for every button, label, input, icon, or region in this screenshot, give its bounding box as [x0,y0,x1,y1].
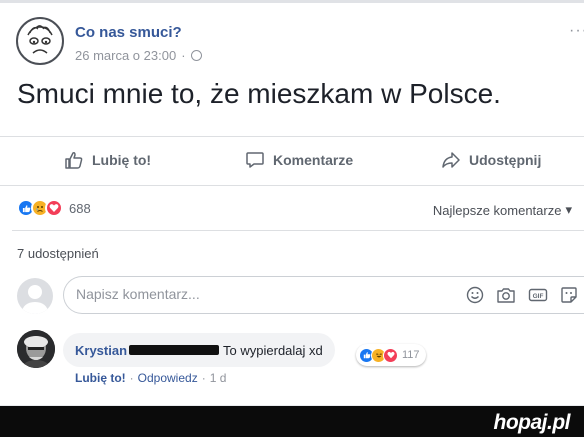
site-footer: hopaj.pl [0,406,584,437]
comment-reaction-count: 117 [402,349,420,361]
post-date[interactable]: 26 marca o 23:00 [75,48,176,63]
chevron-down-icon: ▾ [565,202,572,217]
comment-label: Komentarze [273,152,354,168]
comment-actions: Lubię to! · Odpowiedz · 1 d [75,371,226,385]
like-button[interactable]: Lubię to! [64,150,151,170]
current-user-avatar [17,278,53,314]
thumbs-up-icon [65,152,83,169]
love-reaction-icon [383,347,398,363]
comment-time[interactable]: 1 d [210,371,227,385]
comment-input-icons: GIF [466,286,578,304]
share-button[interactable]: Udostępnij [441,150,541,170]
divider [0,185,584,186]
commenter-photo [17,330,55,368]
more-options-icon[interactable]: ··· [569,22,584,40]
globe-icon [190,50,202,61]
dot-separator: · [129,371,134,385]
share-arrow-icon [442,152,460,168]
comment-reactions[interactable]: 117 [356,344,426,366]
comment-icon [246,152,264,168]
divider [12,230,584,231]
meta-separator: · [181,48,186,63]
post-card: Co nas smuci? 26 marca o 23:00 · ··· Smu… [0,0,584,405]
reactions-summary[interactable]: 688 [17,199,91,217]
share-label: Udostępnij [469,152,542,168]
divider [0,136,584,137]
comment-input[interactable] [76,286,376,302]
commenter-avatar[interactable] [17,330,55,368]
gif-label: GIF [533,293,544,300]
comment-author[interactable]: Krystian [75,343,127,358]
like-label: Lubię to! [92,152,152,168]
love-reaction-icon [45,199,63,217]
page-avatar[interactable] [16,17,64,65]
emoji-icon[interactable] [466,286,484,304]
comment-input-box[interactable]: GIF [63,276,584,314]
sad-face-avatar-icon [27,25,53,54]
censor-bar [129,345,220,355]
share-count[interactable]: 7 udostępnień [17,246,99,261]
dot-separator: · [201,371,206,385]
gif-icon[interactable]: GIF [528,286,548,304]
sort-label: Najlepsze komentarze [432,202,562,218]
comment-text: To wypierdalaj xd [223,342,323,358]
comment-reply-link[interactable]: Odpowiedz [138,371,198,385]
post-actions: Lubię to! Komentarze Udostępnij [0,140,584,180]
site-brand[interactable]: hopaj.pl [494,411,571,435]
post-text: Smuci mnie to, że mieszkam w Polsce. [17,78,501,109]
comment-button[interactable]: Komentarze [245,150,353,170]
user-silhouette-icon [21,285,49,314]
top-divider [0,0,584,3]
post-meta: 26 marca o 23:00 · [75,48,202,63]
reaction-count: 688 [69,200,91,216]
comment-bubble: Krystian To wypierdalaj xd [63,333,335,367]
camera-icon[interactable] [496,286,516,304]
comment-like-link[interactable]: Lubię to! [75,371,126,385]
sticker-icon[interactable] [560,286,578,304]
page-name[interactable]: Co nas smuci? [75,24,182,41]
comment-sort-dropdown[interactable]: Najlepsze komentarze ▾ [433,202,572,218]
